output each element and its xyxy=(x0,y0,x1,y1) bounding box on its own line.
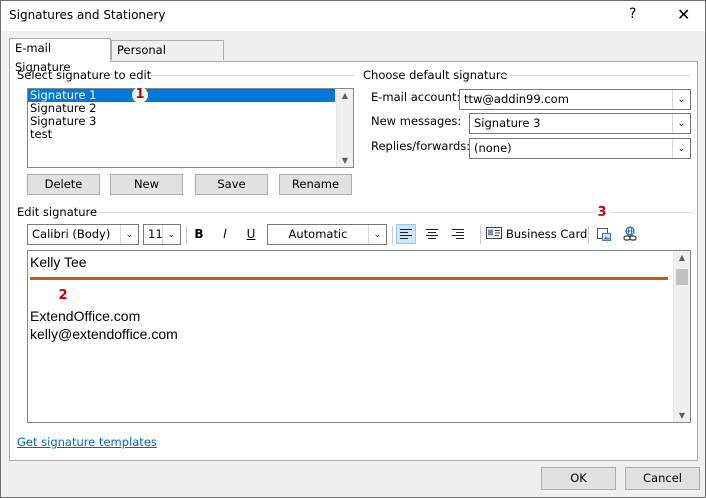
font-color-value: Automatic xyxy=(288,227,348,241)
signature-email-text: kelly@extendoffice.com xyxy=(30,326,178,342)
italic-button[interactable]: I xyxy=(215,224,235,244)
business-card-button[interactable]: Business Card xyxy=(486,224,587,244)
list-item[interactable]: Signature 3 xyxy=(28,115,335,128)
tab-personal-stationery[interactable]: Personal Stationery xyxy=(111,40,224,76)
toolbar-separator xyxy=(480,226,481,244)
chevron-down-icon[interactable]: ⌄ xyxy=(672,139,690,158)
list-scrollbar[interactable]: ▲ ▼ xyxy=(336,89,353,167)
font-color-select[interactable]: Automatic ⌄ xyxy=(267,224,387,245)
chevron-down-icon[interactable]: ⌄ xyxy=(162,225,180,244)
toolbar-separator xyxy=(588,226,589,244)
email-account-select[interactable]: ttw@addin99.com ⌄ xyxy=(459,89,691,110)
chevron-down-icon[interactable]: ⌄ xyxy=(368,225,386,244)
help-button[interactable]: ? xyxy=(629,6,636,22)
signature-name-text: Kelly Tee xyxy=(30,254,87,270)
editor-scrollbar[interactable]: ▲ ▼ xyxy=(673,251,690,422)
tab-label: E-mail Signature xyxy=(15,41,71,74)
new-messages-value: Signature 3 xyxy=(474,116,541,130)
cancel-button[interactable]: Cancel xyxy=(625,467,700,490)
callout-badge-2: 2 xyxy=(55,288,71,304)
font-value: Calibri (Body) xyxy=(32,227,111,241)
delete-button[interactable]: Delete xyxy=(27,174,100,195)
email-account-label: E-mail account: xyxy=(371,90,461,104)
chevron-down-icon[interactable]: ⌄ xyxy=(120,225,138,244)
replies-forwards-select[interactable]: (none) ⌄ xyxy=(469,138,691,159)
callout-badge-1: 1 xyxy=(132,87,148,103)
chevron-down-icon[interactable]: ⌄ xyxy=(672,90,690,109)
replies-forwards-label: Replies/forwards: xyxy=(371,139,471,153)
signature-list[interactable]: Signature 1 Signature 2 Signature 3 test… xyxy=(27,88,354,168)
scrollbar-thumb[interactable] xyxy=(676,269,688,285)
toolbar-separator xyxy=(392,226,393,244)
close-button[interactable]: ✕ xyxy=(677,5,690,24)
toolbar-separator xyxy=(186,226,187,244)
insert-picture-icon[interactable] xyxy=(594,224,614,244)
scroll-up-icon[interactable]: ▲ xyxy=(674,253,690,262)
dialog-title: Signatures and Stationery xyxy=(9,8,166,22)
scroll-down-icon[interactable]: ▼ xyxy=(337,156,353,165)
get-signature-templates-link[interactable]: Get signature templates xyxy=(17,435,157,449)
new-button[interactable]: New xyxy=(110,174,183,195)
signature-editor[interactable]: Kelly Tee ExtendOffice.com kelly@extendo… xyxy=(27,250,691,423)
callout-badge-3: 3 xyxy=(594,205,610,221)
signature-company-text: ExtendOffice.com xyxy=(30,308,141,324)
underline-button[interactable]: U xyxy=(241,224,261,244)
align-left-icon[interactable] xyxy=(396,224,416,244)
divider xyxy=(500,75,690,76)
scroll-up-icon[interactable]: ▲ xyxy=(337,91,353,100)
tab-panel: Select signature to edit Signature 1 Sig… xyxy=(9,61,698,461)
business-card-label: Business Card xyxy=(506,227,588,241)
scroll-down-icon[interactable]: ▼ xyxy=(674,411,690,420)
font-size-select[interactable]: 11 ⌄ xyxy=(143,224,181,245)
edit-signature-label: Edit signature xyxy=(17,205,98,219)
new-messages-label: New messages: xyxy=(371,114,462,128)
replies-forwards-value: (none) xyxy=(474,141,512,155)
business-card-icon xyxy=(486,225,502,245)
align-right-icon[interactable] xyxy=(448,224,468,244)
default-signature-label: Choose default signature xyxy=(363,68,508,82)
rename-button[interactable]: Rename xyxy=(279,174,352,195)
divider xyxy=(150,75,355,76)
ok-button[interactable]: OK xyxy=(541,467,616,490)
email-account-value: ttw@addin99.com xyxy=(464,92,569,106)
align-center-icon[interactable] xyxy=(422,224,442,244)
list-item[interactable]: test xyxy=(28,128,335,141)
font-size-value: 11 xyxy=(148,227,163,241)
font-select[interactable]: Calibri (Body) ⌄ xyxy=(27,224,139,245)
save-button[interactable]: Save xyxy=(195,174,268,195)
signatures-dialog: Signatures and Stationery ? ✕ E-mail Sig… xyxy=(0,0,706,498)
signature-divider-rule xyxy=(30,277,668,280)
bold-button[interactable]: B xyxy=(189,224,209,244)
insert-hyperlink-icon[interactable] xyxy=(620,224,640,244)
new-messages-select[interactable]: Signature 3 ⌄ xyxy=(469,113,691,134)
chevron-down-icon[interactable]: ⌄ xyxy=(672,114,690,133)
tab-email-signature[interactable]: E-mail Signature xyxy=(9,38,111,74)
title-bar: Signatures and Stationery ? ✕ xyxy=(1,1,705,31)
